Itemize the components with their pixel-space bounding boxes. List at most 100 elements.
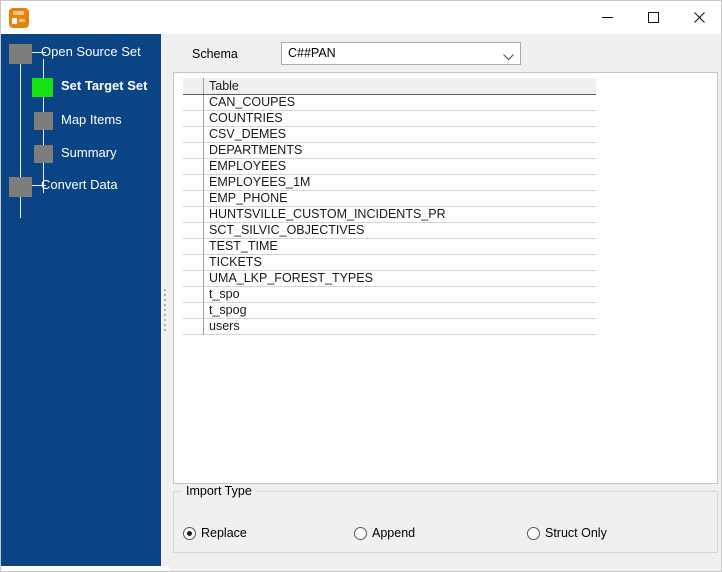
- sidebar-step-map-items[interactable]: Map Items: [1, 108, 161, 130]
- table-grid-body: CAN_COUPES COUNTRIES CSV_DEMES DEPARTMENTS E…: [183, 95, 596, 335]
- row-selector-cell[interactable]: [183, 207, 204, 223]
- table-row[interactable]: TICKETS: [183, 255, 596, 271]
- window-bottom-strip: [169, 566, 721, 571]
- column-header-table: Table: [204, 78, 596, 94]
- row-selector-cell[interactable]: [183, 95, 204, 111]
- schema-row: Schema C##PAN: [169, 34, 721, 72]
- import-type-group: Import Type Replace Append Struct Only: [173, 484, 718, 553]
- step-marker-gray: [9, 44, 32, 64]
- step-marker-gray: [9, 177, 32, 197]
- radio-dot-icon: [527, 526, 540, 540]
- row-selector-cell[interactable]: [183, 111, 204, 127]
- table-name-cell: HUNTSVILLE_CUSTOM_INCIDENTS_PR: [204, 207, 596, 223]
- table-name-cell: CSV_DEMES: [204, 127, 596, 143]
- table-row[interactable]: DEPARTMENTS: [183, 143, 596, 159]
- table-name-cell: DEPARTMENTS: [204, 143, 596, 159]
- table-row[interactable]: TEST_TIME: [183, 239, 596, 255]
- table-row[interactable]: users: [183, 319, 596, 335]
- table-row[interactable]: SCT_SILVIC_OBJECTIVES: [183, 223, 596, 239]
- table-row[interactable]: t_spog: [183, 303, 596, 319]
- table-grid: Table CAN_COUPES COUNTRIES CSV_DEMES DEPART…: [183, 78, 596, 335]
- row-selector-cell[interactable]: [183, 287, 204, 303]
- step-marker-gray: [34, 112, 53, 130]
- table-name-cell: EMP_PHONE: [204, 191, 596, 207]
- table-grid-header: Table: [183, 78, 596, 95]
- radio-import-type-append[interactable]: Append: [354, 525, 415, 541]
- row-selector-cell[interactable]: [183, 255, 204, 271]
- maximize-button[interactable]: [630, 1, 676, 33]
- table-name-cell: CAN_COUPES: [204, 95, 596, 111]
- splitter-grip[interactable]: [164, 289, 166, 331]
- table-row[interactable]: UMA_LKP_FOREST_TYPES: [183, 271, 596, 287]
- row-selector-cell[interactable]: [183, 271, 204, 287]
- sidebar-step-set-target-set[interactable]: Set Target Set: [1, 75, 161, 97]
- sidebar-step-label: Convert Data: [41, 177, 118, 192]
- table-name-cell: t_spo: [204, 287, 596, 303]
- row-selector-cell[interactable]: [183, 143, 204, 159]
- table-row[interactable]: CAN_COUPES: [183, 95, 596, 111]
- table-row[interactable]: COUNTRIES: [183, 111, 596, 127]
- panel-splitter[interactable]: [161, 34, 169, 566]
- app-icon-mark-left: [12, 18, 17, 24]
- app-icon-mark-top: [13, 11, 24, 15]
- maximize-icon: [647, 11, 659, 23]
- wizard-step-sidebar: Open Source Set Set Target Set Map Items…: [1, 34, 161, 566]
- grip-dot: [164, 294, 166, 296]
- radio-import-type-replace[interactable]: Replace: [183, 525, 247, 541]
- grip-dot: [164, 314, 166, 316]
- sidebar-step-label: Set Target Set: [61, 78, 148, 93]
- app-orange-icon: [9, 8, 29, 28]
- table-row[interactable]: EMP_PHONE: [183, 191, 596, 207]
- minimize-button[interactable]: [584, 1, 630, 33]
- content-panel: Schema C##PAN Table CAN_COUPES COUNTRIES C…: [169, 34, 721, 571]
- row-selector-cell[interactable]: [183, 239, 204, 255]
- table-row[interactable]: t_spo: [183, 287, 596, 303]
- table-row[interactable]: EMPLOYEES_1M: [183, 175, 596, 191]
- step-marker-gray: [34, 145, 53, 163]
- grip-dot: [164, 324, 166, 326]
- row-selector-cell[interactable]: [183, 191, 204, 207]
- title-bar: [1, 1, 721, 34]
- table-row[interactable]: CSV_DEMES: [183, 127, 596, 143]
- sidebar-step-label: Open Source Set: [41, 44, 141, 59]
- table-name-cell: COUNTRIES: [204, 111, 596, 127]
- wizard-window: Open Source Set Set Target Set Map Items…: [0, 0, 722, 572]
- grip-dot: [164, 304, 166, 306]
- table-name-cell: SCT_SILVIC_OBJECTIVES: [204, 223, 596, 239]
- minimize-icon: [601, 16, 613, 18]
- close-icon: [693, 11, 705, 23]
- step-marker-green: [32, 78, 53, 97]
- sidebar-step-label: Map Items: [61, 112, 122, 127]
- schema-label: Schema: [192, 47, 238, 61]
- row-selector-cell[interactable]: [183, 303, 204, 319]
- import-type-legend: Import Type: [182, 484, 256, 498]
- sidebar-step-convert-data[interactable]: Convert Data: [1, 175, 161, 197]
- radio-import-type-struct-only[interactable]: Struct Only: [527, 525, 607, 541]
- table-name-cell: t_spog: [204, 303, 596, 319]
- schema-select[interactable]: C##PAN: [281, 42, 521, 65]
- row-selector-cell[interactable]: [183, 223, 204, 239]
- sidebar-step-open-source-set[interactable]: Open Source Set: [1, 42, 161, 64]
- schema-select-value: C##PAN: [288, 46, 336, 60]
- grip-dot: [164, 309, 166, 311]
- radio-dot-icon: [183, 526, 196, 540]
- grip-dot: [164, 299, 166, 301]
- row-selector-cell[interactable]: [183, 127, 204, 143]
- table-row[interactable]: HUNTSVILLE_CUSTOM_INCIDENTS_PR: [183, 207, 596, 223]
- row-selector-cell[interactable]: [183, 319, 204, 335]
- row-selector-cell[interactable]: [183, 159, 204, 175]
- grip-dot: [164, 319, 166, 321]
- table-name-cell: users: [204, 319, 596, 335]
- close-button[interactable]: [676, 1, 721, 33]
- grip-dot: [164, 329, 166, 331]
- table-row[interactable]: EMPLOYEES: [183, 159, 596, 175]
- radio-label: Append: [372, 526, 416, 540]
- sidebar-step-summary[interactable]: Summary: [1, 141, 161, 163]
- table-name-cell: TICKETS: [204, 255, 596, 271]
- row-selector-cell[interactable]: [183, 175, 204, 191]
- radio-label: Replace: [201, 526, 247, 540]
- row-header-cell: [183, 78, 204, 94]
- table-name-cell: EMPLOYEES: [204, 159, 596, 175]
- table-name-cell: UMA_LKP_FOREST_TYPES: [204, 271, 596, 287]
- radio-label: Struct Only: [545, 526, 607, 540]
